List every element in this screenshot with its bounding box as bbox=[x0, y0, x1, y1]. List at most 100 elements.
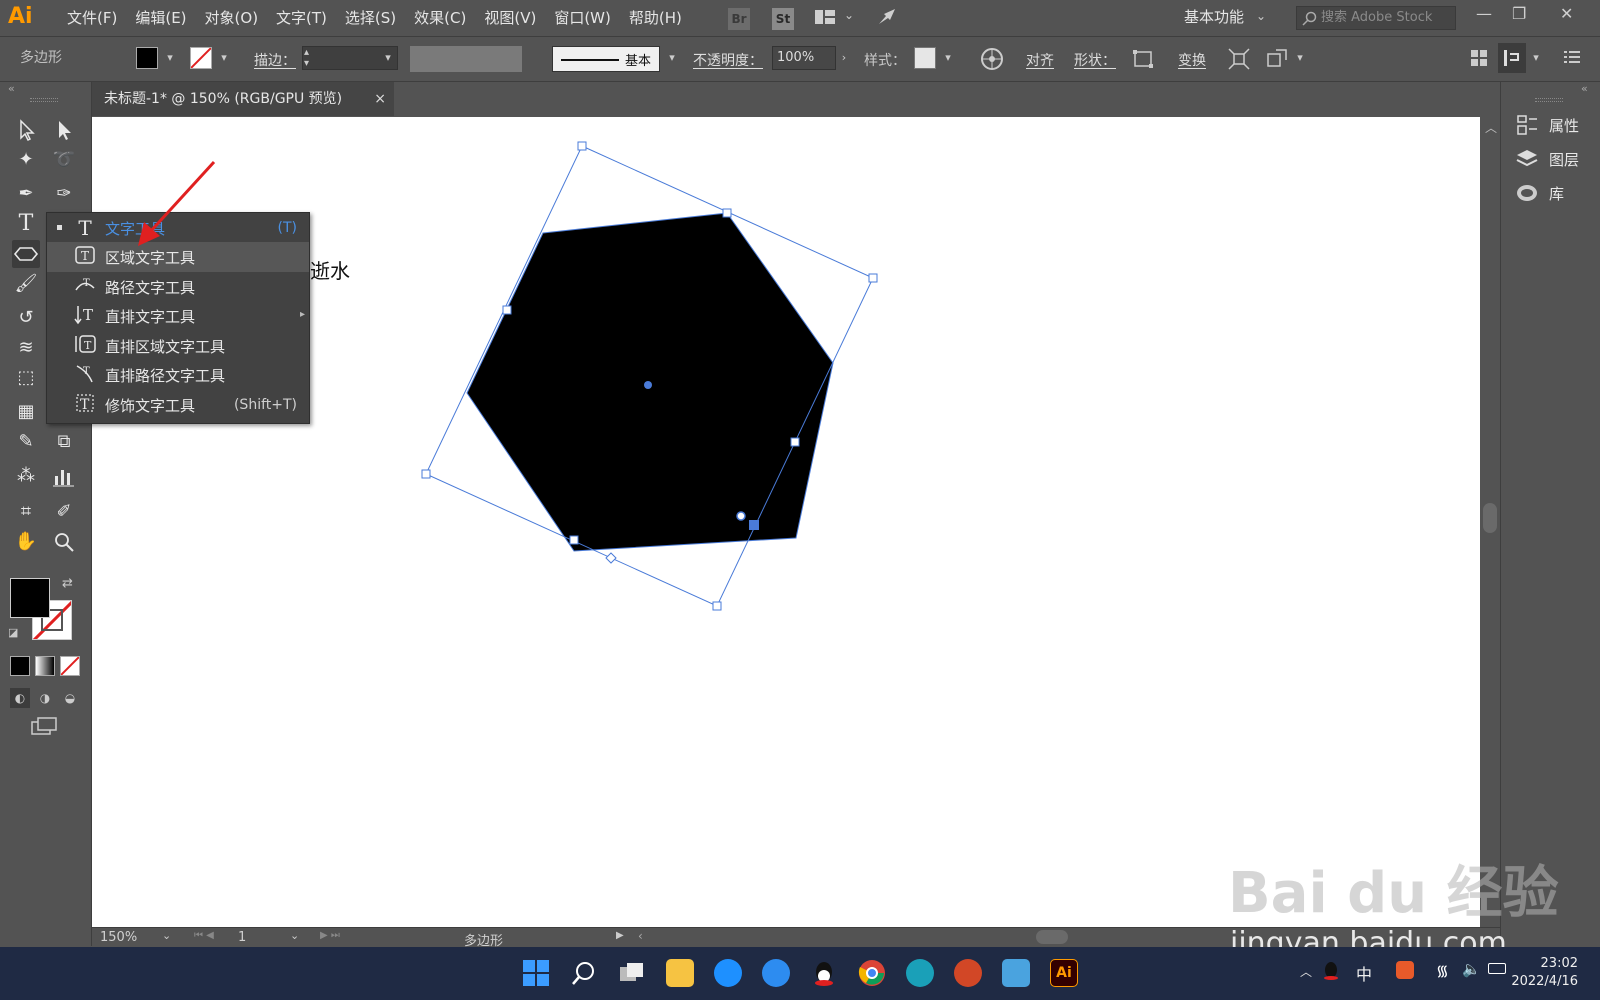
warp-tool-icon[interactable]: ≋ bbox=[12, 334, 40, 362]
chevron-down-icon[interactable]: ▾ bbox=[380, 47, 396, 69]
align-button[interactable]: 对齐 bbox=[1026, 50, 1054, 70]
blend-tool-icon[interactable]: ⧉ bbox=[50, 428, 78, 456]
free-transform-tool-icon[interactable]: ⬚ bbox=[12, 364, 40, 392]
flyout-vertical-area-type-tool[interactable]: T 直排区域文字工具 bbox=[47, 331, 309, 361]
volume-icon[interactable]: 🔈 bbox=[1462, 960, 1481, 978]
flyout-vertical-type-on-path-tool[interactable]: T 直排路径文字工具 bbox=[47, 360, 309, 390]
menu-window[interactable]: 窗口(W) bbox=[545, 0, 620, 36]
type-tool-icon[interactable]: T bbox=[12, 210, 40, 238]
gradient-mode-icon[interactable] bbox=[35, 656, 55, 676]
pen-tool-icon[interactable]: ✒ bbox=[12, 180, 40, 208]
layers-panel-button[interactable]: 图层 bbox=[1515, 144, 1579, 174]
scroll-thumb[interactable] bbox=[1483, 503, 1497, 533]
menu-icon[interactable] bbox=[1564, 49, 1580, 65]
scroll-left-icon[interactable]: ‹ bbox=[638, 929, 643, 943]
paintbrush-tool-icon[interactable]: 🖌 bbox=[12, 270, 40, 298]
panel-grip[interactable] bbox=[1535, 98, 1563, 102]
tray-overflow-icon[interactable]: ︿ bbox=[1300, 963, 1312, 980]
bridge-button[interactable]: Br bbox=[728, 8, 750, 30]
draw-inside-icon[interactable]: ◒ bbox=[60, 688, 80, 708]
chevron-down-icon[interactable]: ▾ bbox=[940, 47, 956, 69]
selection-tool-icon[interactable] bbox=[12, 116, 40, 144]
shape-button[interactable]: 形状： bbox=[1074, 50, 1116, 70]
default-colors-icon[interactable]: ◪ bbox=[8, 626, 18, 639]
chevron-down-icon[interactable]: ⌄ bbox=[290, 929, 299, 942]
flyout-expand-icon[interactable]: ▸ bbox=[300, 309, 305, 320]
vertical-scrollbar[interactable]: ︿ bbox=[1480, 117, 1500, 927]
curvature-tool-icon[interactable]: ✑ bbox=[50, 180, 78, 208]
chevron-down-icon[interactable]: ⌄ bbox=[844, 8, 854, 22]
menu-view[interactable]: 视图(V) bbox=[475, 0, 545, 36]
menu-object[interactable]: 对象(O) bbox=[196, 0, 268, 36]
menu-type[interactable]: 文字(T) bbox=[267, 0, 336, 36]
qq-icon[interactable] bbox=[810, 959, 838, 987]
graphic-style-swatch[interactable] bbox=[914, 47, 936, 69]
brush-definition[interactable]: 基本 bbox=[552, 46, 660, 72]
document-tab[interactable]: 未标题-1* @ 150% (RGB/GPU 预览) × bbox=[92, 82, 394, 116]
flyout-touch-type-tool[interactable]: T 修饰文字工具 (Shift+T) bbox=[47, 390, 309, 420]
zoom-level-field[interactable]: 150% bbox=[100, 930, 160, 945]
restore-button[interactable]: ❐ bbox=[1512, 4, 1526, 23]
flyout-vertical-type-tool[interactable]: T 直排文字工具 ▸ bbox=[47, 301, 309, 331]
ie-browser-icon[interactable] bbox=[714, 959, 742, 987]
color-mode-icon[interactable] bbox=[10, 656, 30, 676]
properties-panel-button[interactable]: 属性 bbox=[1515, 110, 1579, 140]
first-artboard-icon[interactable]: ⏮ ◀ bbox=[194, 930, 214, 941]
stroke-color-swatch[interactable] bbox=[190, 47, 212, 69]
hand-tool-icon[interactable]: ✋ bbox=[12, 528, 40, 556]
menu-help[interactable]: 帮助(H) bbox=[620, 0, 691, 36]
opacity-label[interactable]: 不透明度： bbox=[693, 50, 763, 70]
draw-behind-icon[interactable]: ◑ bbox=[35, 688, 55, 708]
notepad-icon[interactable] bbox=[1002, 959, 1030, 987]
wifi-icon[interactable]: ᯾ bbox=[1436, 961, 1449, 981]
menu-file[interactable]: 文件(F) bbox=[58, 0, 126, 36]
battery-icon[interactable] bbox=[1488, 963, 1506, 974]
start-menu-icon[interactable] bbox=[522, 959, 550, 987]
artboard-tool-icon[interactable]: ⌗ bbox=[12, 498, 40, 526]
chevron-down-icon[interactable]: ▾ bbox=[1292, 47, 1308, 69]
rotate-tool-icon[interactable]: ↺ bbox=[12, 304, 40, 332]
chevron-down-icon[interactable]: ▾ bbox=[162, 47, 178, 69]
last-artboard-icon[interactable]: ▶ ⏭ bbox=[320, 930, 340, 941]
arrange-panels-icon[interactable] bbox=[1470, 49, 1488, 67]
arrange-documents-icon[interactable] bbox=[814, 8, 836, 26]
qq-tray-icon[interactable] bbox=[1322, 961, 1340, 981]
shape-properties-icon[interactable] bbox=[1132, 48, 1154, 70]
opacity-input[interactable]: 100% bbox=[772, 46, 836, 70]
workspace-switcher[interactable]: 基本功能 bbox=[1184, 0, 1244, 34]
change-screen-mode-icon[interactable] bbox=[30, 716, 58, 740]
menu-edit[interactable]: 编辑(E) bbox=[126, 0, 195, 36]
variable-width-profile[interactable] bbox=[410, 46, 522, 72]
menu-effect[interactable]: 效果(C) bbox=[405, 0, 475, 36]
task-view-icon[interactable] bbox=[618, 959, 646, 987]
transform-each-icon[interactable] bbox=[1228, 48, 1250, 70]
column-graph-tool-icon[interactable] bbox=[50, 462, 78, 490]
chevron-down-icon[interactable]: ⌄ bbox=[1256, 9, 1266, 23]
chevron-down-icon[interactable]: ▾ bbox=[1528, 47, 1544, 69]
recolor-artwork-icon[interactable] bbox=[980, 47, 1004, 71]
search-stock-input[interactable]: 搜索 Adobe Stock bbox=[1296, 6, 1456, 30]
artboard-number-field[interactable]: 1 bbox=[238, 930, 288, 945]
collapse-panel-icon[interactable]: « bbox=[8, 82, 15, 95]
illustrator-taskbar-icon[interactable]: Ai bbox=[1050, 959, 1078, 987]
eyedropper-tool-icon[interactable]: ✎ bbox=[12, 428, 40, 456]
fill-color-box-front[interactable] bbox=[10, 578, 50, 618]
chevron-down-icon[interactable]: ▾ bbox=[216, 47, 232, 69]
swap-colors-icon[interactable]: ⇄ bbox=[62, 576, 73, 591]
sogou-input-icon[interactable] bbox=[1396, 961, 1414, 979]
input-language-indicator[interactable]: 中 bbox=[1356, 961, 1372, 985]
status-menu-icon[interactable]: ▶ bbox=[616, 930, 624, 941]
file-explorer-icon[interactable] bbox=[666, 959, 694, 987]
libraries-panel-button[interactable]: 库 bbox=[1515, 178, 1564, 208]
mesh-tool-icon[interactable]: ▦ bbox=[12, 398, 40, 426]
minimize-button[interactable]: — bbox=[1476, 4, 1492, 23]
none-mode-icon[interactable] bbox=[60, 656, 80, 676]
direct-selection-tool-icon[interactable] bbox=[50, 116, 78, 144]
clock[interactable]: 23:02 2022/4/16 bbox=[1511, 955, 1578, 991]
horizontal-scroll-thumb[interactable] bbox=[1036, 930, 1068, 944]
edge-icon[interactable] bbox=[906, 959, 934, 987]
stock-button[interactable]: St bbox=[772, 8, 794, 30]
isolate-icon[interactable] bbox=[1266, 48, 1288, 70]
close-button[interactable]: ✕ bbox=[1560, 4, 1573, 23]
polygon-tool-icon[interactable] bbox=[12, 240, 40, 268]
